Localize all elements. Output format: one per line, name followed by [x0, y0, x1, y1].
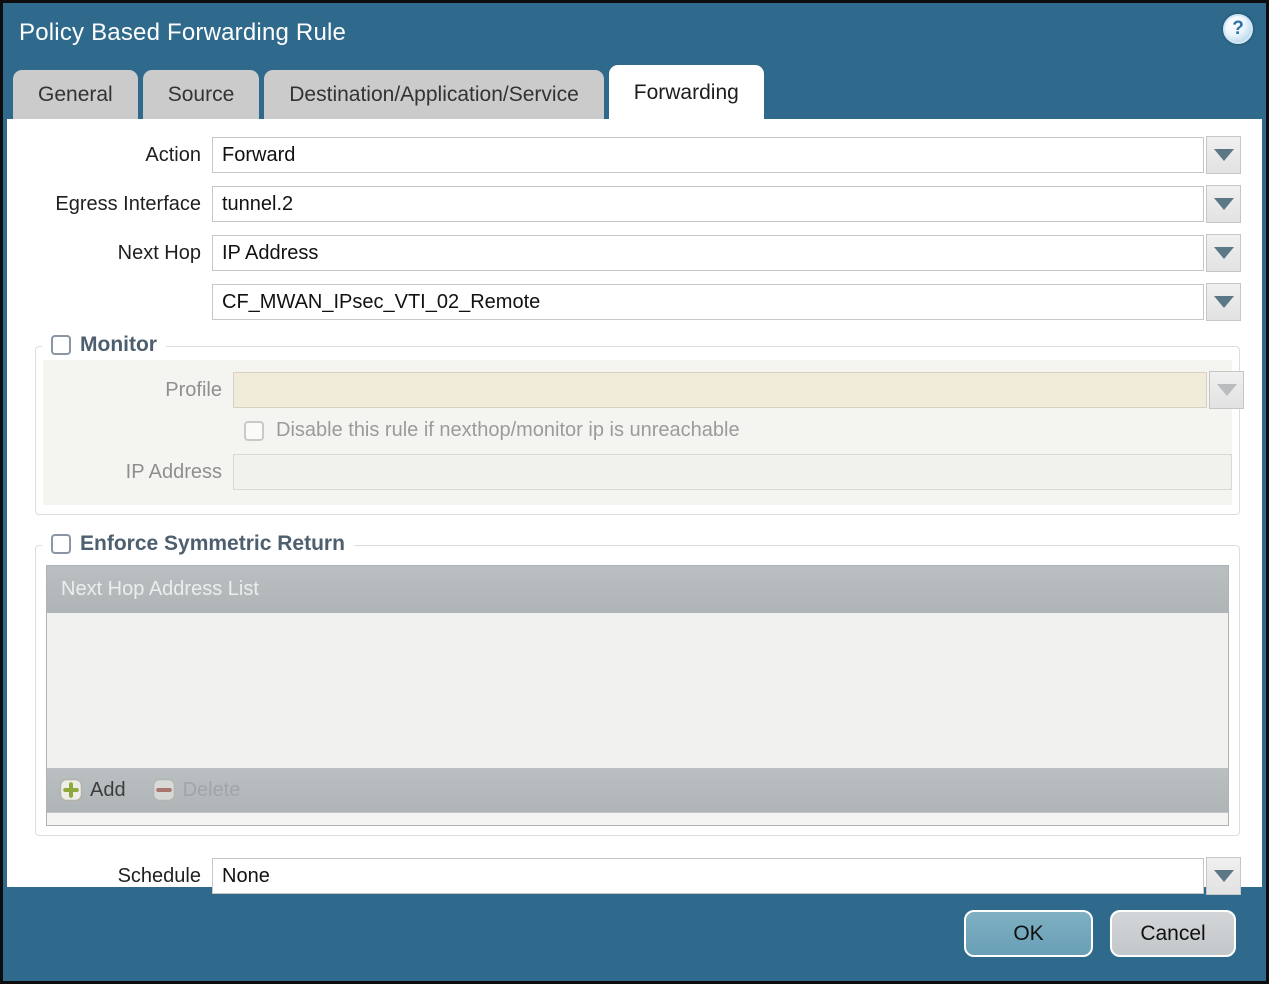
next-hop-label: Next Hop [117, 241, 201, 264]
tab-content-forwarding: Action Forward Egress Interface tunnel.2… [7, 119, 1262, 895]
ok-button[interactable]: OK [964, 910, 1093, 957]
action-label: Action [145, 143, 201, 166]
next-hop-type-select[interactable]: IP Address [212, 235, 1204, 271]
action-dropdown-button[interactable] [1206, 136, 1241, 174]
pbf-rule-dialog: Policy Based Forwarding Rule ? General S… [0, 0, 1269, 984]
chevron-down-icon [1213, 296, 1234, 308]
table-footer: Add Delete [47, 768, 1228, 812]
dialog-action-bar: OK Cancel [964, 910, 1236, 957]
action-row: Action Forward [7, 136, 1262, 174]
monitor-ip-address-row: IP Address [43, 454, 1232, 490]
next-hop-type-dropdown-button[interactable] [1206, 234, 1241, 272]
next-hop-row: Next Hop IP Address [7, 234, 1262, 272]
next-hop-address-dropdown-button[interactable] [1206, 283, 1241, 321]
schedule-label: Schedule [117, 864, 201, 887]
monitor-ip-address-label: IP Address [125, 460, 222, 483]
monitor-fieldset: Monitor Profile Disable this rule if nex… [35, 333, 1244, 515]
disable-rule-row: Disable this rule if nexthop/monitor ip … [244, 419, 1232, 442]
disable-rule-label: Disable this rule if nexthop/monitor ip … [276, 419, 740, 441]
table-header-next-hop-address-list: Next Hop Address List [47, 566, 1228, 613]
table-pager-strip [47, 812, 1228, 825]
egress-interface-select[interactable]: tunnel.2 [212, 186, 1204, 222]
egress-interface-label: Egress Interface [55, 192, 201, 215]
tab-strip: General Source Destination/Application/S… [3, 65, 1266, 119]
profile-select [233, 372, 1207, 408]
schedule-select[interactable]: None [212, 858, 1204, 894]
add-button[interactable]: Add [59, 778, 126, 802]
delete-button-label: Delete [182, 778, 241, 801]
next-hop-address-list-table: Next Hop Address List Add Delete [46, 565, 1229, 826]
table-body-empty[interactable] [47, 613, 1228, 768]
monitor-panel: Profile Disable this rule if nexthop/mon… [43, 360, 1244, 505]
tab-forwarding[interactable]: Forwarding [608, 65, 764, 119]
monitor-legend-label: Monitor [80, 333, 157, 356]
monitor-checkbox[interactable] [51, 335, 71, 355]
schedule-dropdown-button[interactable] [1206, 857, 1241, 895]
tab-source[interactable]: Source [142, 70, 260, 119]
tab-destination-application-service[interactable]: Destination/Application/Service [264, 70, 604, 119]
chevron-down-icon [1213, 870, 1234, 882]
egress-interface-dropdown-button[interactable] [1206, 185, 1241, 223]
chevron-down-icon [1213, 247, 1234, 259]
profile-dropdown-button [1209, 371, 1244, 409]
egress-interface-row: Egress Interface tunnel.2 [7, 185, 1262, 223]
monitor-ip-address-input [233, 454, 1232, 490]
symmetric-return-legend: Enforce Symmetric Return [42, 532, 354, 556]
symmetric-return-checkbox[interactable] [51, 534, 71, 554]
dialog-title: Policy Based Forwarding Rule [19, 19, 347, 46]
help-icon[interactable]: ? [1223, 14, 1253, 44]
minus-icon [152, 778, 175, 802]
chevron-down-icon [1213, 198, 1234, 210]
symmetric-return-legend-label: Enforce Symmetric Return [80, 532, 345, 555]
delete-button: Delete [152, 778, 241, 802]
monitor-legend: Monitor [42, 333, 166, 357]
chevron-down-icon [1216, 384, 1237, 396]
profile-label: Profile [165, 378, 222, 401]
schedule-row: Schedule None [7, 857, 1262, 895]
profile-row: Profile [43, 371, 1244, 409]
symmetric-return-fieldset: Enforce Symmetric Return Next Hop Addres… [35, 532, 1240, 836]
action-select[interactable]: Forward [212, 137, 1204, 173]
chevron-down-icon [1213, 149, 1234, 161]
disable-rule-checkbox [244, 420, 264, 441]
next-hop-address-select[interactable]: CF_MWAN_IPsec_VTI_02_Remote [212, 284, 1204, 320]
cancel-button[interactable]: Cancel [1110, 910, 1236, 957]
plus-icon [59, 778, 83, 802]
tab-general[interactable]: General [13, 70, 138, 119]
add-button-label: Add [90, 778, 126, 801]
dialog-titlebar: Policy Based Forwarding Rule ? [3, 3, 1266, 65]
next-hop-address-row: CF_MWAN_IPsec_VTI_02_Remote [7, 283, 1262, 321]
